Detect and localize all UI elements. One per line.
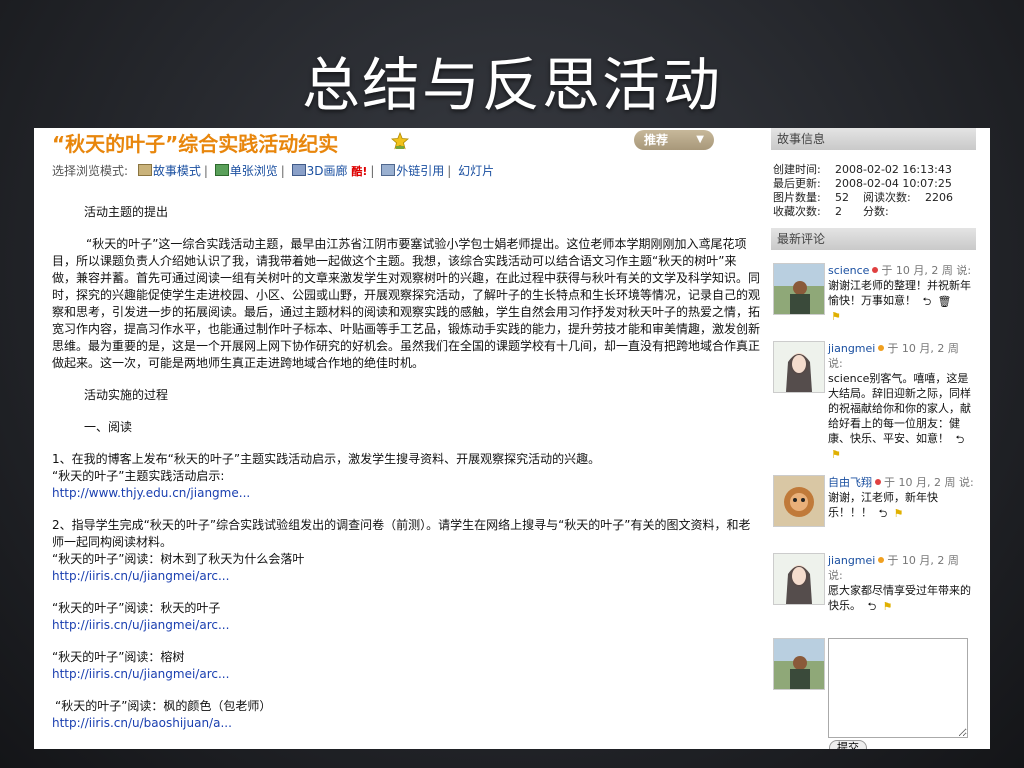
reply-icon[interactable]: ⮌ — [868, 599, 880, 613]
gallery-3d-link[interactable]: 3D画廊 — [307, 164, 348, 178]
reading-1-label: “秋天的叶子”阅读：树木到了秋天为什么会落叶 — [52, 552, 305, 566]
star-icon — [391, 132, 409, 150]
current-user-avatar — [773, 638, 825, 690]
new-badge: 酷! — [351, 165, 368, 178]
score-label: 分数: — [863, 205, 889, 218]
story-body: 活动主题的提出 “秋天的叶子”这一综合实践活动主题，最早由江苏省江阴市要塞试验小… — [52, 204, 760, 732]
step-1: 1、在我的博客上发布“秋天的叶子”主题实践活动启示，激发学生搜寻资料、开展观察探… — [52, 452, 601, 466]
reading-3-link[interactable]: http://iiris.cn/u/jiangmei/arc... — [52, 667, 229, 681]
comment-meta: 于 10 月, 2 周 说: — [881, 264, 972, 277]
comment-author[interactable]: jiangmei — [828, 554, 875, 567]
flag-icon[interactable]: ⚑ — [831, 447, 843, 461]
favs-value: 2 — [835, 205, 842, 218]
recommend-label: 推荐 — [644, 133, 669, 147]
reading-2-link[interactable]: http://iiris.cn/u/jiangmei/arc... — [52, 618, 229, 632]
step-1-link[interactable]: http://www.thjy.edu.cn/jiangme... — [52, 486, 250, 500]
pics-label: 图片数量: — [773, 191, 821, 204]
updated-value: 2008-02-04 10:07:25 — [835, 177, 952, 190]
comment-meta: 于 10 月, 2 周 说: — [884, 476, 974, 489]
chevron-down-icon: ▼ — [696, 134, 704, 145]
reads-value: 2206 — [925, 191, 953, 204]
created-label: 创建时间: — [773, 163, 821, 176]
browse-mode-bar: 选择浏览模式: 故事模式 | 单张浏览 | 3D画廊 酷! | 外链引用 | 幻灯片 — [52, 164, 495, 178]
reads-label: 阅读次数: — [863, 191, 911, 204]
comment-author[interactable]: jiangmei — [828, 342, 875, 355]
submit-button[interactable]: 提交 — [829, 740, 867, 749]
slide-title: 总结与反思活动 — [301, 51, 722, 119]
avatar[interactable] — [773, 263, 825, 315]
story-info-header: 故事信息 — [771, 128, 976, 150]
comment-author[interactable]: science — [828, 264, 869, 277]
heading-topic: 活动主题的提出 — [84, 205, 169, 219]
recommend-button[interactable]: 推荐 ▼ — [634, 130, 714, 150]
flag-icon[interactable]: ⚑ — [831, 309, 843, 323]
heading-process: 活动实施的过程 — [84, 388, 169, 402]
reply-icon[interactable]: ⮌ — [923, 294, 935, 308]
story-info: 创建时间: 2008-02-02 16:13:43 最后更新: 2008-02-04… — [773, 163, 953, 219]
reading-4-label: “秋天的叶子”阅读：枫的颜色（包老师） — [55, 699, 272, 713]
online-status-icon — [872, 267, 879, 273]
online-status-icon — [875, 479, 881, 485]
latest-comments-header: 最新评论 — [771, 228, 976, 250]
reply-icon[interactable]: ⮌ — [956, 432, 968, 446]
favs-label: 收藏次数: — [773, 205, 821, 218]
story-main: “秋天的叶子”综合实践活动纪实 推荐 ▼ 选择浏览模式: 故事模式 | 单张浏览 |… — [34, 128, 767, 749]
delete-icon[interactable]: 🗑 — [938, 294, 952, 308]
gallery-3d-icon — [291, 164, 306, 176]
online-status-icon — [878, 557, 885, 563]
external-link-icon — [381, 164, 396, 176]
story-title: “秋天的叶子”综合实践活动纪实 — [52, 132, 339, 156]
embedded-screenshot: “秋天的叶子”综合实践活动纪实 推荐 ▼ 选择浏览模式: 故事模式 | 单张浏览 |… — [34, 128, 990, 749]
single-view-icon — [214, 164, 229, 176]
heading-reading: 一、阅读 — [84, 420, 133, 434]
paragraph-topic: “秋天的叶子”这一综合实践活动主题，最早由江苏省江阴市要塞试验小学包士娟老师提出… — [52, 237, 761, 370]
pics-value: 52 — [835, 191, 849, 204]
avatar[interactable] — [773, 475, 825, 527]
comment-author[interactable]: 自由飞翔 — [828, 476, 872, 489]
online-status-icon — [878, 345, 885, 351]
updated-label: 最后更新: — [773, 177, 821, 190]
reading-2-label: “秋天的叶子”阅读：秋天的叶子 — [52, 601, 221, 615]
reading-4-link[interactable]: http://iiris.cn/u/baoshijuan/a... — [52, 716, 232, 730]
avatar[interactable] — [773, 341, 825, 393]
story-mode-icon — [137, 164, 152, 176]
comment-input[interactable] — [828, 638, 968, 738]
slideshow-link[interactable]: 幻灯片 — [458, 164, 494, 178]
created-value: 2008-02-02 16:13:43 — [835, 163, 952, 176]
reply-icon[interactable]: ⮌ — [879, 506, 891, 520]
comment-text: science别客气。嘻嘻，这是大结局。辞旧迎新之际，同样的祝福献给你和你的家人… — [828, 372, 971, 445]
reading-3-label: “秋天的叶子”阅读：榕树 — [52, 650, 185, 664]
sidebar: 故事信息 创建时间: 2008-02-02 16:13:43 最后更新: 2008-… — [771, 128, 976, 749]
reading-1-link[interactable]: http://iiris.cn/u/jiangmei/arc... — [52, 569, 229, 583]
comment-text: 愿大家都尽情享受过年带来的快乐。 — [828, 584, 971, 612]
browse-mode-label: 选择浏览模式: — [52, 164, 129, 178]
external-link-link[interactable]: 外链引用 — [396, 164, 444, 178]
story-mode-link[interactable]: 故事模式 — [153, 164, 201, 178]
flag-icon[interactable]: ⚑ — [894, 506, 906, 520]
flag-icon[interactable]: ⚑ — [883, 599, 895, 613]
step-2: 2、指导学生完成“秋天的叶子”综合实践试验组发出的调查问卷（前测）。请学生在网络… — [52, 518, 751, 549]
step-1-sub: “秋天的叶子”主题实践活动启示: — [52, 469, 225, 483]
single-view-link[interactable]: 单张浏览 — [230, 164, 278, 178]
avatar[interactable] — [773, 553, 825, 605]
